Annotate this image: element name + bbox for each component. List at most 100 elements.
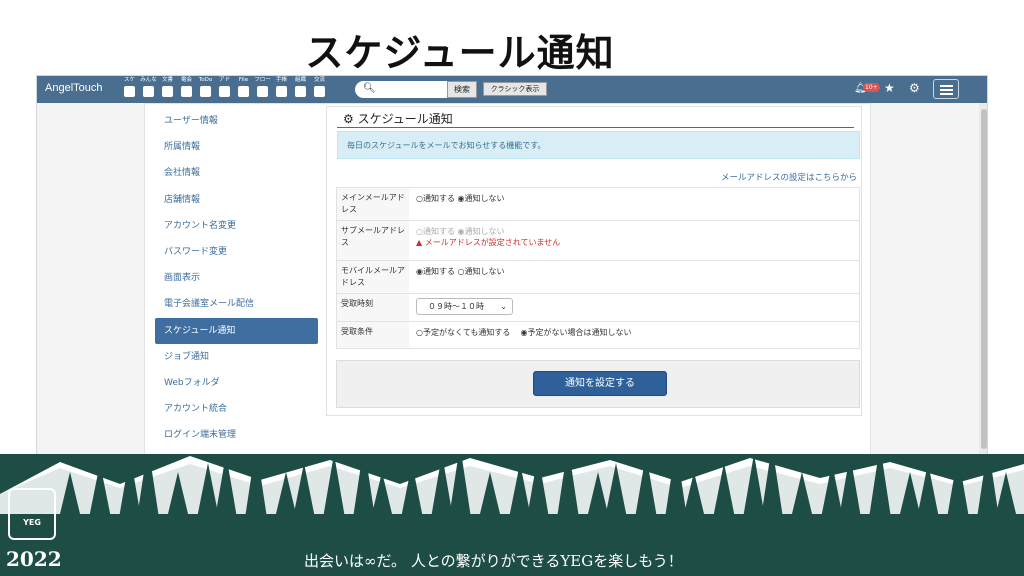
search-button[interactable]: 検索 (447, 81, 477, 98)
mail-address-settings-link[interactable]: メールアドレスの設定はこちらから (721, 171, 857, 183)
toolbar-item-label: 交流 (313, 77, 325, 83)
toolbar-item[interactable]: フロー (254, 77, 271, 102)
user-icon (219, 86, 230, 97)
toolbar-item[interactable]: File (235, 77, 252, 102)
toolbar-item[interactable]: ToDo (197, 77, 214, 102)
receive-time-select[interactable]: ０９時～１０時 ⌄ (416, 298, 513, 315)
search-input[interactable]: 🔍︎ (355, 81, 447, 98)
radio-notify-disabled: ○通知する (416, 227, 455, 236)
toolbar-item[interactable]: みんな (140, 77, 157, 102)
sidebar-item[interactable]: 電子会議室メール配信 (155, 291, 318, 317)
recycle-icon (257, 86, 268, 97)
sub-mail-radio-group: ○通知する ◉通知しない ▲ メールアドレスが設定されていません (416, 226, 560, 248)
main-mail-row: メインメールアドレス ○通知する ◉通知しない (337, 188, 859, 221)
sidebar-item[interactable]: ログイン端末管理 (155, 422, 318, 448)
radio-skip-if-empty[interactable]: ◉予定がない場合は通知しない (521, 328, 632, 337)
notebook-icon (276, 86, 287, 97)
star-icon[interactable]: ★ (884, 81, 895, 95)
footer-slogan: 出会いは∞だ。 人との繋がりができるYEGを楽しもう！ (304, 552, 683, 570)
sidebar-item[interactable]: ジョブ通知 (155, 344, 318, 370)
sidebar-item[interactable]: 所属情報 (155, 134, 318, 160)
toolbar-item-label: フロー (254, 77, 271, 83)
sidebar-item[interactable]: 画面表示 (155, 265, 318, 291)
toolbar-item-label: みんな (140, 77, 157, 83)
schedule-notification-form: ⚙ スケジュール通知 毎日のスケジュールをメールでお知らせする機能です。 メール… (326, 106, 862, 416)
yeg-logo (8, 488, 56, 540)
document-icon (162, 86, 173, 97)
toolbar-item-label: 文書 (161, 77, 173, 83)
sidebar-item[interactable]: 店舗情報 (155, 187, 318, 213)
row-label: サブメールアドレス (341, 226, 405, 247)
toolbar-item[interactable]: 組織 (292, 77, 309, 102)
toolbar-item[interactable]: スケ (121, 77, 138, 102)
handshake-icon (314, 86, 325, 97)
toolbar-item[interactable]: 交流 (311, 77, 328, 102)
chat-icon (181, 86, 192, 97)
hamburger-menu-button[interactable] (933, 79, 959, 99)
receive-condition-row: 受取条件 ○予定がなくても通知する ◉予定がない場合は通知しない (337, 322, 859, 348)
settings-table: メインメールアドレス ○通知する ◉通知しない サブメールアドレス ○通知する … (336, 187, 860, 349)
radio-notify-always[interactable]: ○予定がなくても通知する (416, 328, 510, 337)
sidebar-item[interactable]: スケジュール通知 (155, 317, 318, 344)
set-notification-button[interactable]: 通知を設定する (533, 371, 667, 396)
toolbar-item[interactable]: 手帳 (273, 77, 290, 102)
receive-time-cell: ０９時～１０時 ⌄ (416, 298, 513, 315)
page-title: ⚙ スケジュール通知 (343, 110, 453, 127)
mobile-mail-radio-group: ◉通知する ○通知しない (416, 266, 505, 277)
sidebar-item[interactable]: パスワード変更 (155, 239, 318, 265)
toolbar-item[interactable]: アド (216, 77, 233, 102)
receive-time-row: 受取時刻 ０９時～１０時 ⌄ (337, 294, 859, 322)
slide-footer: YEG 2022 出会いは∞だ。 人との繋がりができるYEGを楽しもう！ (0, 454, 1024, 576)
warning-icon: ▲ (416, 238, 423, 247)
slide-title: スケジュール通知 (305, 31, 615, 75)
sidebar-item[interactable]: Webフォルダ (155, 370, 318, 396)
radio-notify[interactable]: ○通知する (416, 194, 455, 203)
toolbar-item[interactable]: 電会 (178, 77, 195, 102)
sidebar-item[interactable]: アカウント名変更 (155, 213, 318, 239)
toolbar-item-label: 組織 (294, 77, 306, 83)
receive-condition-radio-group: ○予定がなくても通知する ◉予定がない場合は通知しない (416, 327, 632, 338)
slide: スケジュール通知 AngelTouch スケ みんな 文書 電会 ToDo アド File フ… (0, 0, 1024, 576)
search-icon: 🔍︎ (363, 83, 376, 94)
settings-panel: ユーザー情報 所属情報 会社情報 店舗情報 アカウント名変更 パスワード変更 画面表示 電子会… (144, 103, 871, 456)
list-icon (200, 86, 211, 97)
row-label: メインメールアドレス (341, 193, 405, 214)
classic-view-button[interactable]: クラシック表示 (483, 82, 547, 96)
gear-icon: ⚙ (343, 112, 354, 126)
radio-no-notify-disabled: ◉通知しない (457, 227, 505, 236)
sidebar-item[interactable]: 会社情報 (155, 160, 318, 186)
notification-badge: 10+ (863, 83, 880, 92)
footer-year: 2022 (6, 547, 62, 571)
settings-sidebar: ユーザー情報 所属情報 会社情報 店舗情報 アカウント名変更 パスワード変更 画面表示 電子会… (155, 108, 318, 448)
toolbar-item[interactable]: 文書 (159, 77, 176, 102)
org-chart-icon (295, 86, 306, 97)
toolbar-item-label: ToDo (198, 77, 213, 83)
sub-mail-row: サブメールアドレス ○通知する ◉通知しない ▲ メールアドレスが設定されていま… (337, 221, 859, 261)
scrollbar[interactable] (979, 103, 987, 456)
toolbar-item-label: スケ (123, 77, 135, 83)
radio-notify[interactable]: ◉通知する (416, 267, 455, 276)
gear-icon[interactable]: ⚙ (909, 81, 920, 95)
page-title-text: スケジュール通知 (357, 112, 453, 126)
title-divider (337, 127, 854, 128)
scroll-thumb[interactable] (981, 109, 987, 449)
brand-logo[interactable]: AngelTouch (45, 82, 103, 94)
app-window: AngelTouch スケ みんな 文書 電会 ToDo アド File フロー 手帳 組織 交流 … (36, 75, 988, 457)
toolbar-item-label: 手帳 (275, 77, 287, 83)
top-navbar: AngelTouch スケ みんな 文書 電会 ToDo アド File フロー 手帳 組織 交流 … (37, 76, 987, 103)
sidebar-item[interactable]: ユーザー情報 (155, 108, 318, 134)
mobile-mail-row: モバイルメールアドレス ◉通知する ○通知しない (337, 261, 859, 294)
calendar-icon (143, 86, 154, 97)
row-label: 受取時刻 (341, 299, 373, 308)
sidebar-item[interactable]: アカウント統合 (155, 396, 318, 422)
row-label: モバイルメールアドレス (341, 266, 405, 287)
toolbar: スケ みんな 文書 電会 ToDo アド File フロー 手帳 組織 交流 (121, 77, 328, 103)
row-label: 受取条件 (341, 327, 373, 336)
toolbar-item-label: File (238, 77, 249, 83)
select-value: ０９時～１０時 (428, 302, 484, 311)
toolbar-item-label: 電会 (180, 77, 192, 83)
folder-icon (238, 86, 249, 97)
radio-no-notify[interactable]: ◉通知しない (458, 194, 505, 203)
mail-not-set-error: メールアドレスが設定されていません (424, 238, 561, 247)
radio-no-notify[interactable]: ○通知しない (458, 267, 505, 276)
